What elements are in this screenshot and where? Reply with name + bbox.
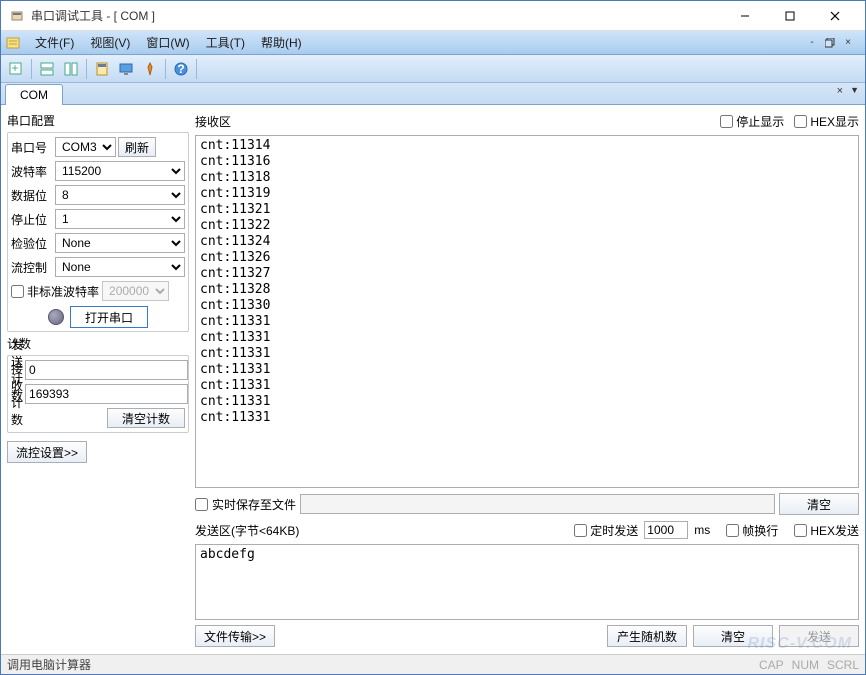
menu-window[interactable]: 窗口(W) <box>138 31 197 54</box>
menu-help[interactable]: 帮助(H) <box>253 31 310 54</box>
window-title: 串口调试工具 - [ COM ] <box>31 7 722 24</box>
statusbar: 调用电脑计算器 CAP NUM SCRL <box>1 654 865 674</box>
toolbar: + ? <box>1 55 865 83</box>
refresh-button[interactable]: 刷新 <box>118 137 156 157</box>
databits-label: 数据位 <box>11 187 53 204</box>
save-path-field <box>300 494 775 514</box>
client-area: 串口配置 串口号 COM3 刷新 波特率 115200 数据位 8 停止位 1 … <box>1 105 865 654</box>
stop-display-checkbox[interactable] <box>720 115 733 128</box>
mdi-restore-button[interactable] <box>823 36 837 50</box>
flow-settings-button[interactable]: 流控设置>> <box>7 441 87 463</box>
close-button[interactable] <box>812 2 857 30</box>
tabbar: COM × ▼ <box>1 83 865 105</box>
status-cap: CAP <box>759 658 784 672</box>
tab-com[interactable]: COM <box>5 84 63 105</box>
flowctrl-label: 流控制 <box>11 259 53 276</box>
counter-group: 发送计数 接收计数 清空计数 <box>7 355 189 433</box>
send-clear-button[interactable]: 清空 <box>693 625 773 647</box>
baud-select[interactable]: 115200 <box>55 161 185 181</box>
recv-title: 接收区 <box>195 113 710 130</box>
stop-display-label: 停止显示 <box>736 113 784 130</box>
left-panel: 串口配置 串口号 COM3 刷新 波特率 115200 数据位 8 停止位 1 … <box>7 111 189 648</box>
open-port-button[interactable]: 打开串口 <box>70 306 148 328</box>
send-title: 发送区(字节<64KB) <box>195 522 299 539</box>
baud-label: 波特率 <box>11 163 53 180</box>
svg-text:?: ? <box>177 62 184 76</box>
databits-select[interactable]: 8 <box>55 185 185 205</box>
app-icon <box>9 8 25 24</box>
monitor-icon[interactable] <box>115 58 137 80</box>
menubar-icon <box>5 34 23 52</box>
mdi-close-button[interactable]: × <box>841 36 855 50</box>
status-text: 调用电脑计算器 <box>7 656 91 673</box>
right-panel: 接收区 停止显示 HEX显示 cnt:11314 cnt:11316 cnt:1… <box>195 111 859 648</box>
hex-display-checkbox[interactable] <box>794 115 807 128</box>
clear-count-button[interactable]: 清空计数 <box>107 408 185 428</box>
tile-vertical-icon[interactable] <box>60 58 82 80</box>
frame-wrap-checkbox[interactable] <box>726 524 739 537</box>
random-button[interactable]: 产生随机数 <box>607 625 687 647</box>
nonstd-baud-select: 200000 <box>102 281 169 301</box>
mdi-minimize-button[interactable]: - <box>805 36 819 50</box>
timed-send-unit: ms <box>694 523 710 537</box>
timed-send-checkbox[interactable] <box>574 524 587 537</box>
port-select[interactable]: COM3 <box>55 137 116 157</box>
menu-view[interactable]: 视图(V) <box>82 31 138 54</box>
menu-file[interactable]: 文件(F) <box>27 31 82 54</box>
tx-count-field <box>25 360 188 380</box>
titlebar: 串口调试工具 - [ COM ] <box>1 1 865 31</box>
counter-title: 计数 <box>7 334 189 353</box>
stopbits-select[interactable]: 1 <box>55 209 185 229</box>
menu-tool[interactable]: 工具(T) <box>198 31 253 54</box>
save-to-file-label: 实时保存至文件 <box>212 496 296 513</box>
recv-textarea[interactable]: cnt:11314 cnt:11316 cnt:11318 cnt:11319 … <box>195 135 859 488</box>
minimize-button[interactable] <box>722 2 767 30</box>
tab-dropdown-icon[interactable]: ▼ <box>850 85 859 95</box>
status-scrl: SCRL <box>827 658 859 672</box>
pin-icon[interactable] <box>139 58 161 80</box>
calculator-icon[interactable] <box>91 58 113 80</box>
send-button[interactable]: 发送 <box>779 625 859 647</box>
hex-display-label: HEX显示 <box>810 113 859 130</box>
config-group: 串口号 COM3 刷新 波特率 115200 数据位 8 停止位 1 检验位 N… <box>7 132 189 332</box>
rx-count-field <box>25 384 188 404</box>
flowctrl-select[interactable]: None <box>55 257 185 277</box>
parity-select[interactable]: None <box>55 233 185 253</box>
config-title: 串口配置 <box>7 111 189 130</box>
svg-text:+: + <box>11 61 18 75</box>
save-to-file-checkbox[interactable] <box>195 498 208 511</box>
timed-send-label: 定时发送 <box>590 522 638 539</box>
send-textarea[interactable] <box>195 544 859 620</box>
recv-header: 接收区 停止显示 HEX显示 <box>195 111 859 131</box>
hex-send-checkbox[interactable] <box>794 524 807 537</box>
maximize-button[interactable] <box>767 2 812 30</box>
file-transfer-button[interactable]: 文件传输>> <box>195 625 275 647</box>
stopbits-label: 停止位 <box>11 211 53 228</box>
menubar: 文件(F) 视图(V) 窗口(W) 工具(T) 帮助(H) - × <box>1 31 865 55</box>
tab-close-icon[interactable]: × <box>837 85 843 97</box>
tile-horizontal-icon[interactable] <box>36 58 58 80</box>
send-footer: 文件传输>> 产生随机数 清空 发送 <box>195 624 859 648</box>
status-led-icon <box>48 309 64 325</box>
save-row: 实时保存至文件 清空 <box>195 492 859 516</box>
new-window-icon[interactable]: + <box>5 58 27 80</box>
parity-label: 检验位 <box>11 235 53 252</box>
frame-wrap-label: 帧换行 <box>742 522 778 539</box>
port-label: 串口号 <box>11 139 53 156</box>
status-num: NUM <box>792 658 819 672</box>
nonstd-baud-label: 非标准波特率 <box>27 283 99 300</box>
recv-clear-button[interactable]: 清空 <box>779 493 859 515</box>
help-icon[interactable]: ? <box>170 58 192 80</box>
send-header: 发送区(字节<64KB) 定时发送 ms 帧换行 HEX发送 <box>195 520 859 540</box>
hex-send-label: HEX发送 <box>810 522 859 539</box>
timed-send-field[interactable] <box>644 521 688 539</box>
nonstd-baud-checkbox[interactable] <box>11 285 24 298</box>
